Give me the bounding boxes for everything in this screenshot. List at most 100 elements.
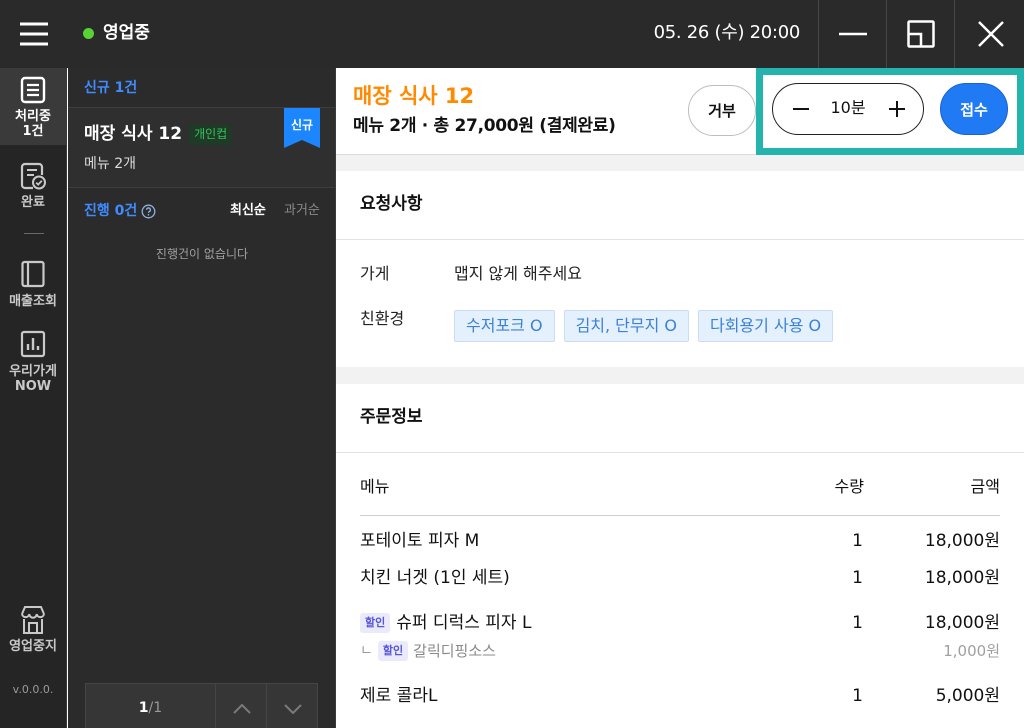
item-quantity: 1 <box>852 568 863 588</box>
order-list-panel: 신규 1건 매장 식사 12 개인컵 메뉴 2개 신규 진행 0건 최신순 과거… <box>68 68 336 728</box>
app-version: v.0.0.0. <box>12 683 54 696</box>
sidebar-item-label-sub: NOW <box>14 379 52 394</box>
sidebar-item-label: 매출조회 <box>9 294 57 309</box>
prep-time-stepper: 10분 <box>772 83 924 135</box>
item-price: 18,000원 <box>924 568 1000 588</box>
pause-business-button[interactable]: 영업중지 <box>0 596 66 672</box>
requests-title: 요청사항 <box>360 194 423 214</box>
restore-window-button[interactable] <box>886 0 954 68</box>
item-price: 18,000원 <box>924 613 1000 633</box>
plus-icon <box>889 101 905 117</box>
order-info-section: 주문정보 메뉴 수량 금액 포테이토 피자 M 1 18,000원 치킨 너겟 … <box>336 384 1024 728</box>
empty-in-progress-message: 진행건이 없습니다 <box>155 247 249 261</box>
in-progress-title: 진행 0건 <box>84 202 156 220</box>
eco-options: 수저포크 O 김치, 단무지 O 다회용기 사용 O <box>454 310 834 342</box>
table-row: 제로 콜라L 1 5,000원 <box>360 685 1000 707</box>
discount-badge: 할인 <box>360 613 391 633</box>
column-amount: 금액 <box>970 477 1000 496</box>
item-name: 제로 콜라L <box>360 686 438 706</box>
order-info-header: 주문정보 <box>336 384 1024 453</box>
sort-oldest[interactable]: 과거순 <box>284 203 320 219</box>
order-detail-title: 매장 식사 12 <box>353 84 475 108</box>
page-up-button[interactable] <box>215 683 267 728</box>
new-orders-header: 신규 1건 <box>68 68 335 108</box>
table-row: 치킨 너겟 (1인 세트) 1 18,000원 <box>360 567 1000 589</box>
item-price: 18,000원 <box>924 531 1000 551</box>
order-card[interactable]: 매장 식사 12 개인컵 메뉴 2개 신규 <box>68 108 335 188</box>
new-order-ribbon: 신규 <box>284 108 320 148</box>
eco-chip-cutlery: 수저포크 O <box>454 310 555 342</box>
top-bar: 영업중 05. 26 (수) 20:00 <box>0 0 1024 68</box>
sidebar-item-store-now[interactable]: 우리가게 NOW <box>0 322 66 410</box>
option-price: 1,000원 <box>943 642 1000 660</box>
requests-header: 요청사항 <box>336 171 1024 240</box>
accept-button[interactable]: 접수 <box>940 83 1008 135</box>
order-detail-header: 매장 식사 12 메뉴 2개 · 총 27,000원 (결제완료) 거부 10분… <box>336 68 1024 155</box>
new-orders-count: 신규 1건 <box>84 80 138 96</box>
store-status: 영업중 <box>83 22 150 44</box>
sidebar-item-sales[interactable]: 매출조회 <box>0 252 66 322</box>
page-total: 1 <box>153 700 163 716</box>
sidebar-item-label: 완료 <box>21 195 45 210</box>
order-info-title: 주문정보 <box>360 407 423 427</box>
navigation-sidebar: 처리중 1건 완료 매출조회 우리가게 NOW 영업중지 v.0.0.0. <box>0 68 67 728</box>
sidebar-divider <box>24 233 44 234</box>
order-list-icon <box>20 76 46 104</box>
close-button[interactable] <box>954 0 1024 68</box>
pause-business-label: 영업중지 <box>9 639 57 654</box>
requests-section: 요청사항 가게 맵지 않게 해주세요 친환경 수저포크 O 김치, 단무지 O … <box>336 171 1024 367</box>
table-header-divider <box>360 515 1000 516</box>
item-price: 5,000원 <box>935 686 1000 706</box>
item-quantity: 1 <box>852 531 863 551</box>
sidebar-item-completed[interactable]: 완료 <box>0 154 66 224</box>
option-name: 갈릭디핑소스 <box>413 642 496 660</box>
chevron-up-icon <box>233 704 251 714</box>
order-detail-panel: 매장 식사 12 메뉴 2개 · 총 27,000원 (결제완료) 거부 10분… <box>336 68 1024 728</box>
hamburger-menu-icon <box>20 22 48 46</box>
column-menu: 메뉴 <box>360 477 390 496</box>
page-indicator: 1 / 1 <box>85 683 216 728</box>
order-card-summary: 메뉴 2개 <box>84 156 136 172</box>
minimize-icon <box>839 32 867 36</box>
minimize-button[interactable] <box>818 0 886 68</box>
eco-label: 친환경 <box>360 309 405 328</box>
section-gap <box>336 155 1024 171</box>
prep-time-value: 10분 <box>830 98 866 117</box>
increase-time-button[interactable] <box>871 84 923 133</box>
order-card-title-row: 매장 식사 12 개인컵 <box>84 123 233 145</box>
restore-window-icon <box>907 20 935 48</box>
item-name: 치킨 너겟 (1인 세트) <box>360 568 510 588</box>
reject-button[interactable]: 거부 <box>688 85 756 136</box>
order-card-title: 매장 식사 12 <box>84 124 183 144</box>
table-row: 할인 슈퍼 디럭스 피자 L 1 18,000원 <box>360 612 1000 634</box>
in-progress-count: 진행 0건 <box>84 203 138 219</box>
item-name-cell: 포테이토 피자 M <box>360 530 479 552</box>
sales-ledger-icon <box>21 260 45 288</box>
question-circle-icon[interactable] <box>141 204 156 219</box>
in-progress-header: 진행 0건 최신순 과거순 <box>68 188 335 234</box>
menu-button[interactable] <box>10 10 58 58</box>
order-detail-summary: 메뉴 2개 · 총 27,000원 (결제완료) <box>353 116 616 136</box>
order-table-header: 메뉴 수량 금액 <box>360 476 1000 498</box>
item-name-cell: 할인 슈퍼 디럭스 피자 L <box>360 612 531 634</box>
option-name-cell: ㄴ 할인 갈릭디핑소스 <box>360 641 496 661</box>
pagination: 1 / 1 <box>85 683 320 728</box>
store-pause-icon <box>21 606 45 634</box>
store-request-text: 맵지 않게 해주세요 <box>454 264 582 283</box>
status-label: 영업중 <box>103 23 150 43</box>
item-quantity: 1 <box>852 686 863 706</box>
chevron-down-icon <box>284 704 302 714</box>
page-down-button[interactable] <box>266 683 318 728</box>
column-quantity: 수량 <box>834 477 864 496</box>
item-name: 포테이토 피자 M <box>360 531 480 551</box>
store-request-label: 가게 <box>360 264 390 283</box>
item-name-cell: 제로 콜라L <box>360 685 437 707</box>
sort-latest[interactable]: 최신순 <box>230 203 266 219</box>
status-online-dot <box>83 27 94 39</box>
page-current: 1 <box>138 700 149 716</box>
store-stats-icon <box>20 330 46 358</box>
eco-chip-reusable-container: 다회용기 사용 O <box>698 310 834 342</box>
sidebar-item-processing[interactable]: 처리중 1건 <box>0 68 66 145</box>
completed-order-icon <box>20 162 46 190</box>
eco-chip-side-dishes: 김치, 단무지 O <box>563 310 690 342</box>
